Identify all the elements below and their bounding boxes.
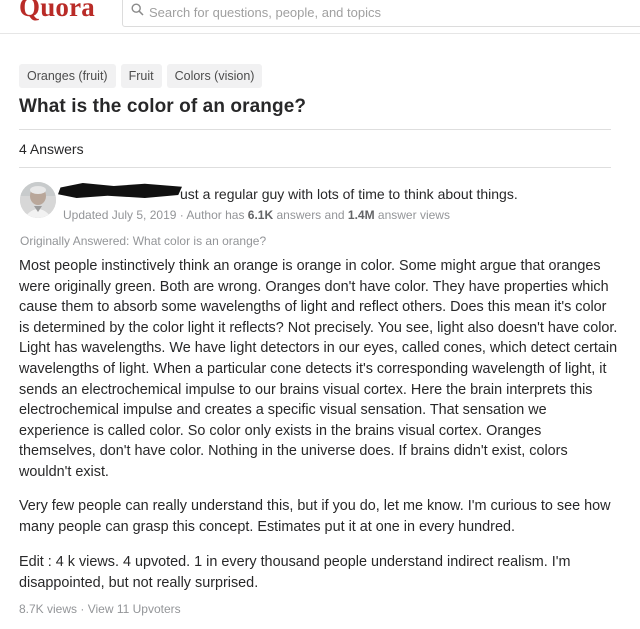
answers-label: answers and	[276, 208, 345, 222]
question-title[interactable]: What is the color of an orange?	[19, 96, 306, 118]
divider	[19, 129, 611, 130]
divider	[19, 167, 611, 168]
answer-text: Edit : 4 k views. 4 upvoted. 1 in every …	[19, 554, 571, 591]
answer-text: Very few people can really understand th…	[19, 498, 611, 535]
topic-list: Oranges (fruit) Fruit Colors (vision)	[19, 64, 263, 88]
search-icon	[131, 3, 144, 21]
originally-answered[interactable]: Originally Answered: What color is an or…	[20, 234, 266, 248]
answer-paragraph: Very few people can really understand th…	[19, 496, 619, 537]
answer-text: Most people instinctively think an orang…	[19, 258, 618, 480]
top-header: Quora	[0, 0, 640, 34]
answers-count: 4 Answers	[19, 141, 84, 157]
topic-tag-colors[interactable]: Colors (vision)	[166, 64, 263, 88]
topic-tag-oranges[interactable]: Oranges (fruit)	[19, 64, 116, 88]
search-box[interactable]	[122, 0, 640, 27]
topic-tag-fruit[interactable]: Fruit	[120, 64, 162, 88]
answer-footer[interactable]: 8.7K views · View 11 Upvoters	[19, 602, 181, 616]
answer-paragraph: Edit : 4 k views. 4 upvoted. 1 in every …	[19, 552, 619, 593]
redaction-mark	[58, 183, 182, 198]
view-count: 1.4M	[347, 208, 375, 222]
updated-date: Updated July 5, 2019 · Author has	[63, 208, 245, 222]
search-input[interactable]	[149, 2, 639, 22]
answer-count: 6.1K	[247, 208, 274, 222]
author-avatar[interactable]	[20, 182, 56, 218]
author-bio[interactable]: ust a regular guy with lots of time to t…	[180, 186, 518, 202]
quora-logo[interactable]: Quora	[19, 0, 95, 23]
views-label: answer views	[377, 208, 450, 222]
answer-paragraph: Most people instinctively think an orang…	[19, 256, 619, 483]
author-meta: Updated July 5, 2019 · Author has 6.1K a…	[63, 208, 450, 222]
